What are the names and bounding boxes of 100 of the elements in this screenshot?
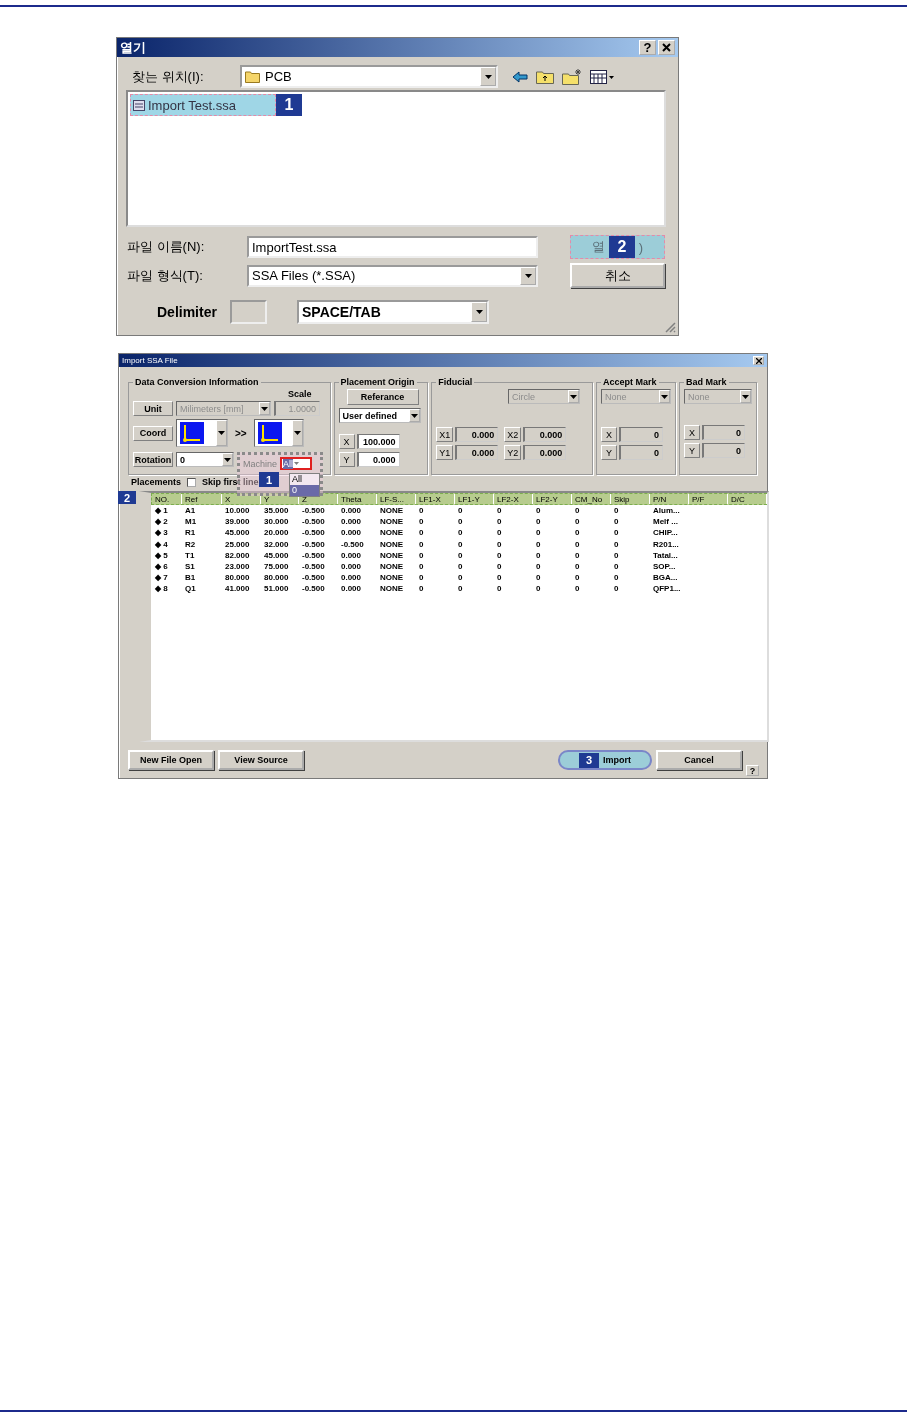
coordinate-field[interactable]: 0.000 xyxy=(523,445,567,460)
coordinate-field[interactable]: 0 xyxy=(619,427,663,442)
table-cell-text: -0.500 xyxy=(301,516,326,528)
coordinate-field[interactable]: 0 xyxy=(619,445,663,460)
table-cell-text: 20.000 xyxy=(263,527,290,539)
table-cell-text: 0 xyxy=(418,560,425,573)
help-button[interactable]: ? xyxy=(746,765,759,776)
column-header[interactable]: LF1-X xyxy=(416,494,455,504)
look-in-dropdown[interactable]: PCB xyxy=(240,65,498,88)
checkbox[interactable] xyxy=(187,477,197,487)
origin-mode-dropdown[interactable]: User defined xyxy=(338,408,421,423)
dialog-button[interactable]: Cancel xyxy=(656,750,742,770)
axis-icon xyxy=(257,422,282,444)
column-header[interactable]: Theta xyxy=(338,494,377,504)
axis-icon xyxy=(180,422,204,444)
table-cell-text: 0 xyxy=(613,560,620,573)
table-cell-text: -0.500 xyxy=(301,505,326,517)
table-cell-text: 0 xyxy=(574,505,581,517)
caret-icon xyxy=(294,462,300,465)
column-header[interactable]: Z xyxy=(299,494,338,504)
unit-label: Unit xyxy=(133,401,173,416)
table-cell-text: Tatal... xyxy=(652,549,679,561)
table-cell-text: 0 xyxy=(496,560,503,573)
delimiter-field[interactable] xyxy=(230,300,267,324)
table-cell-text: Melf ... xyxy=(652,516,679,528)
table-cell-text: -0.500 xyxy=(301,549,326,561)
column-header[interactable]: LF2-Y xyxy=(533,494,572,504)
table-cell-text: 0 xyxy=(574,572,581,584)
coordinate-field[interactable]: 0.000 xyxy=(455,445,499,460)
table-cell-text: A1 xyxy=(184,505,197,517)
column-header[interactable]: Y xyxy=(261,494,299,504)
open-button[interactable]: 열 2 ) xyxy=(570,235,665,259)
table-cell-text: -0.500 xyxy=(301,527,326,539)
import-button[interactable]: 3 Import xyxy=(558,750,652,770)
table-cell-text: 30.000 xyxy=(263,516,290,528)
dialog-button[interactable]: View Source xyxy=(218,750,304,770)
table-cell-text: 0 xyxy=(535,516,542,528)
table-cell-text: 0.000 xyxy=(340,505,363,517)
column-header[interactable]: CM_No xyxy=(572,494,611,504)
dropdown-arrow-button[interactable] xyxy=(480,67,496,86)
table-cell-text: 0 xyxy=(496,549,503,561)
machine-dropdown[interactable]: All xyxy=(280,457,313,470)
dropdown-arrow-button[interactable] xyxy=(216,420,227,446)
close-button[interactable] xyxy=(658,40,675,55)
coordinate-label: Y xyxy=(338,452,355,467)
coord-dropdown[interactable] xyxy=(176,419,228,447)
menu-option[interactable]: 0 xyxy=(290,485,319,496)
column-header[interactable]: P/N xyxy=(650,494,689,504)
table-cell-text: Alum... xyxy=(652,505,681,517)
coordinate-field[interactable]: 0.000 xyxy=(356,452,400,467)
dropdown-arrow-button[interactable] xyxy=(520,266,536,285)
table-cell-text: ◆ 1 xyxy=(154,505,169,517)
column-header[interactable]: LF1-Y xyxy=(455,494,494,504)
table-cell-text: 82.000 xyxy=(224,549,251,561)
back-arrow-icon[interactable] xyxy=(512,70,528,83)
rotation-dropdown[interactable]: 0 xyxy=(176,452,234,467)
coordinate-field[interactable]: 0 xyxy=(702,443,745,458)
delimiter-label: Delimiter xyxy=(157,304,218,320)
dropdown-arrow-button[interactable] xyxy=(291,420,303,446)
view-menu-icon[interactable] xyxy=(590,69,614,84)
column-header[interactable]: Skip xyxy=(611,494,650,504)
table-cell-text: ◆ 6 xyxy=(154,560,169,573)
table-cell-text: 0 xyxy=(496,527,503,539)
delimiter-dropdown[interactable]: SPACE/TAB xyxy=(297,300,489,324)
file-item[interactable]: Import Test.ssa xyxy=(130,94,276,116)
window-title: 열기 xyxy=(120,38,146,57)
coordinate-field[interactable]: 0.000 xyxy=(523,427,567,442)
dropdown-arrow-button[interactable] xyxy=(222,453,233,466)
group-title: Accept Mark xyxy=(602,377,658,387)
column-header[interactable]: Ref xyxy=(182,494,222,504)
column-header[interactable]: LF-S... xyxy=(377,494,416,504)
table-cell-text: NONE xyxy=(379,572,405,584)
cancel-button[interactable]: 취소 xyxy=(570,263,665,288)
column-header[interactable]: NO. xyxy=(152,494,182,504)
table-cell-text: T1 xyxy=(184,549,196,561)
table-cell-text: B1 xyxy=(184,572,197,584)
dialog-button[interactable]: New File Open xyxy=(128,750,214,770)
close-button[interactable] xyxy=(753,356,764,365)
new-folder-icon[interactable] xyxy=(562,68,582,85)
resize-grip-icon[interactable] xyxy=(664,321,676,333)
dropdown-arrow-button[interactable] xyxy=(408,409,420,422)
dropdown-arrow-button[interactable] xyxy=(471,302,487,322)
column-header[interactable]: P/F xyxy=(689,494,728,504)
step-badge: 3 xyxy=(579,752,599,768)
table-cell-text: 0 xyxy=(418,516,425,528)
column-header[interactable]: D/C xyxy=(728,494,767,504)
table-cell-text: 0 xyxy=(418,572,425,584)
table-cell-text: NONE xyxy=(379,527,405,539)
coordinate-field[interactable]: 100.000 xyxy=(356,434,400,449)
coord-dropdown[interactable] xyxy=(253,419,304,447)
coordinate-field[interactable]: 0 xyxy=(702,425,745,440)
menu-option[interactable]: All xyxy=(290,474,319,485)
file-name-field[interactable]: ImportTest.ssa xyxy=(247,236,538,258)
column-header[interactable]: LF2-X xyxy=(494,494,533,504)
column-header[interactable]: X xyxy=(222,494,261,504)
coordinate-label: Y xyxy=(601,445,617,460)
coordinate-field[interactable]: 0.000 xyxy=(455,427,499,442)
help-button[interactable]: ? xyxy=(639,40,656,55)
up-folder-icon[interactable] xyxy=(536,69,554,84)
file-type-dropdown[interactable]: SSA Files (*.SSA) xyxy=(247,264,538,287)
